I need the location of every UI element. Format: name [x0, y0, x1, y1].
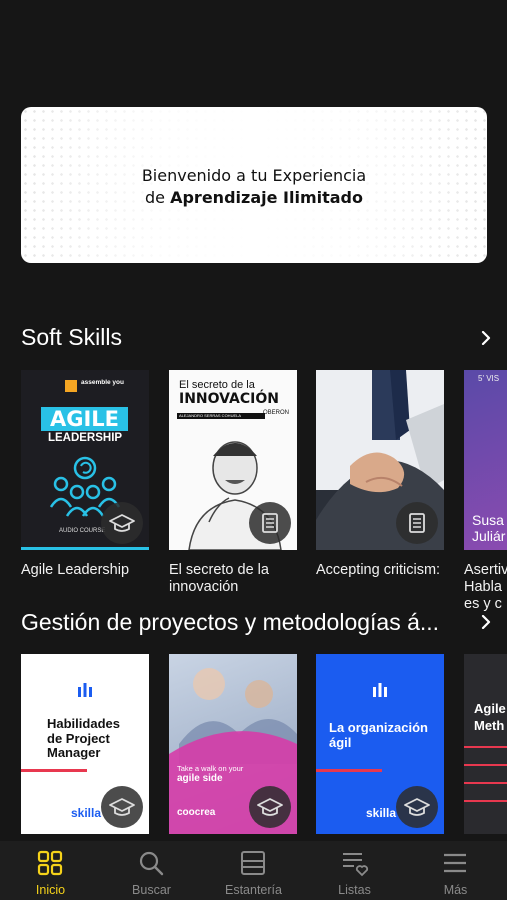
tab-mas[interactable]: Más	[405, 841, 506, 900]
tab-label: Inicio	[35, 883, 66, 897]
bottom-tab-bar: Inicio Buscar Estantería Listas Más	[0, 841, 507, 900]
graduation-cap-icon	[109, 514, 135, 532]
banner-text: Bienvenido a tu Experiencia de Aprendiza…	[21, 165, 487, 209]
book-card-asertividad[interactable]: 5' VIS Susa Juliár	[464, 370, 507, 550]
bar-chart-icon	[373, 683, 387, 697]
tab-buscar[interactable]: Buscar	[101, 841, 202, 900]
card-heading-2: INNOVACIÓN	[179, 391, 279, 407]
chevron-right-icon[interactable]	[479, 615, 493, 629]
card-heading-2: LEADERSHIP	[47, 432, 123, 444]
card-cover-line-3: Juliár	[472, 528, 506, 544]
tab-inicio[interactable]: Inicio	[0, 841, 101, 900]
card-cover-line-1: 5' VIS	[478, 374, 500, 383]
assemble-you-logo	[65, 380, 77, 392]
accent-line	[464, 782, 507, 784]
card-cover-line-2: Susa	[472, 512, 504, 528]
course-card-agile-side[interactable]: Take a walk on your agile side coocrea	[169, 654, 297, 834]
course-card-habilidades-pm[interactable]: Habilidades de Project Manager skilla	[21, 654, 149, 834]
coocrea-logo: coocrea	[177, 807, 216, 818]
accent-line	[464, 746, 507, 748]
tab-listas[interactable]: Listas	[304, 841, 405, 900]
welcome-banner[interactable]: Bienvenido a tu Experiencia de Aprendiza…	[21, 107, 487, 263]
search-icon	[139, 851, 164, 876]
progress-bar	[21, 547, 149, 550]
card-brand: assemble you	[81, 379, 124, 386]
section-title-gestion-proyectos[interactable]: Gestión de proyectos y metodologías á...	[21, 609, 439, 636]
skilla-logo: skilla	[366, 806, 397, 820]
banner-line-2-bold: Aprendizaje Ilimitado	[170, 188, 363, 207]
accent-line	[464, 800, 507, 802]
card-heading: Habilidades de Project Manager	[47, 716, 120, 760]
card-author: ALEJANDRO SERRAS COHUELA	[177, 413, 265, 419]
book-title[interactable]: Asertividad: Habla es y c	[464, 562, 507, 613]
book-card-agile-leadership[interactable]: assemble you AGILE LEADERSHIP AUDIO COUR…	[21, 370, 149, 550]
book-icon	[409, 513, 425, 533]
section-title-soft-skills[interactable]: Soft Skills	[21, 324, 122, 351]
book-card-el-secreto[interactable]: El secreto de la INNOVACIÓN ALEJANDRO SE…	[169, 370, 297, 550]
book-title[interactable]: Agile Leadership	[21, 562, 156, 579]
book-card-accepting-criticism[interactable]	[316, 370, 444, 550]
book-title[interactable]: Accepting criticism:	[316, 562, 451, 579]
chevron-right-icon[interactable]	[479, 331, 493, 345]
bookshelf-icon	[241, 851, 265, 875]
card-tagline-2: agile side	[177, 773, 223, 784]
skilla-logo: skilla	[71, 806, 102, 820]
card-publisher: OBERON	[262, 410, 289, 416]
graduation-cap-icon	[404, 798, 430, 816]
course-card-organizacion-agil[interactable]: La organización ágil skilla	[316, 654, 444, 834]
banner-line-1: Bienvenido a tu Experiencia	[141, 166, 367, 185]
card-heading: Agile Meth	[474, 701, 506, 733]
tab-label: Más	[443, 883, 468, 897]
accent-line	[316, 769, 382, 772]
card-heading-1: AGILE	[41, 407, 128, 431]
tab-label: Buscar	[132, 883, 171, 897]
card-footer: AUDIO COURSE	[59, 528, 106, 534]
course-badge	[101, 502, 143, 544]
card-tagline-1: Take a walk on your	[177, 764, 244, 773]
course-card-agile-methods[interactable]: Agile Meth	[464, 654, 507, 834]
tab-label: Estantería	[225, 883, 282, 897]
card-heading-1: El secreto de la	[179, 379, 255, 391]
tab-label: Listas	[338, 883, 371, 897]
course-badge	[396, 786, 438, 828]
course-badge	[101, 786, 143, 828]
book-icon	[262, 513, 278, 533]
book-badge	[249, 502, 291, 544]
menu-icon	[444, 853, 466, 873]
book-title[interactable]: El secreto de la innovación	[169, 562, 304, 596]
book-badge	[396, 502, 438, 544]
card-heading: La organización ágil	[329, 720, 428, 750]
accent-line	[21, 769, 87, 772]
graduation-cap-icon	[257, 798, 283, 816]
banner-line-2-prefix: de	[145, 188, 171, 207]
course-badge	[249, 786, 291, 828]
tab-estanteria[interactable]: Estantería	[203, 841, 304, 900]
grid-icon	[37, 850, 63, 876]
graduation-cap-icon	[109, 798, 135, 816]
banner-line-2: de Aprendizaje Ilimitado	[21, 187, 487, 209]
list-heart-icon	[343, 853, 369, 877]
bar-chart-icon	[78, 683, 92, 697]
accent-line	[464, 764, 507, 766]
